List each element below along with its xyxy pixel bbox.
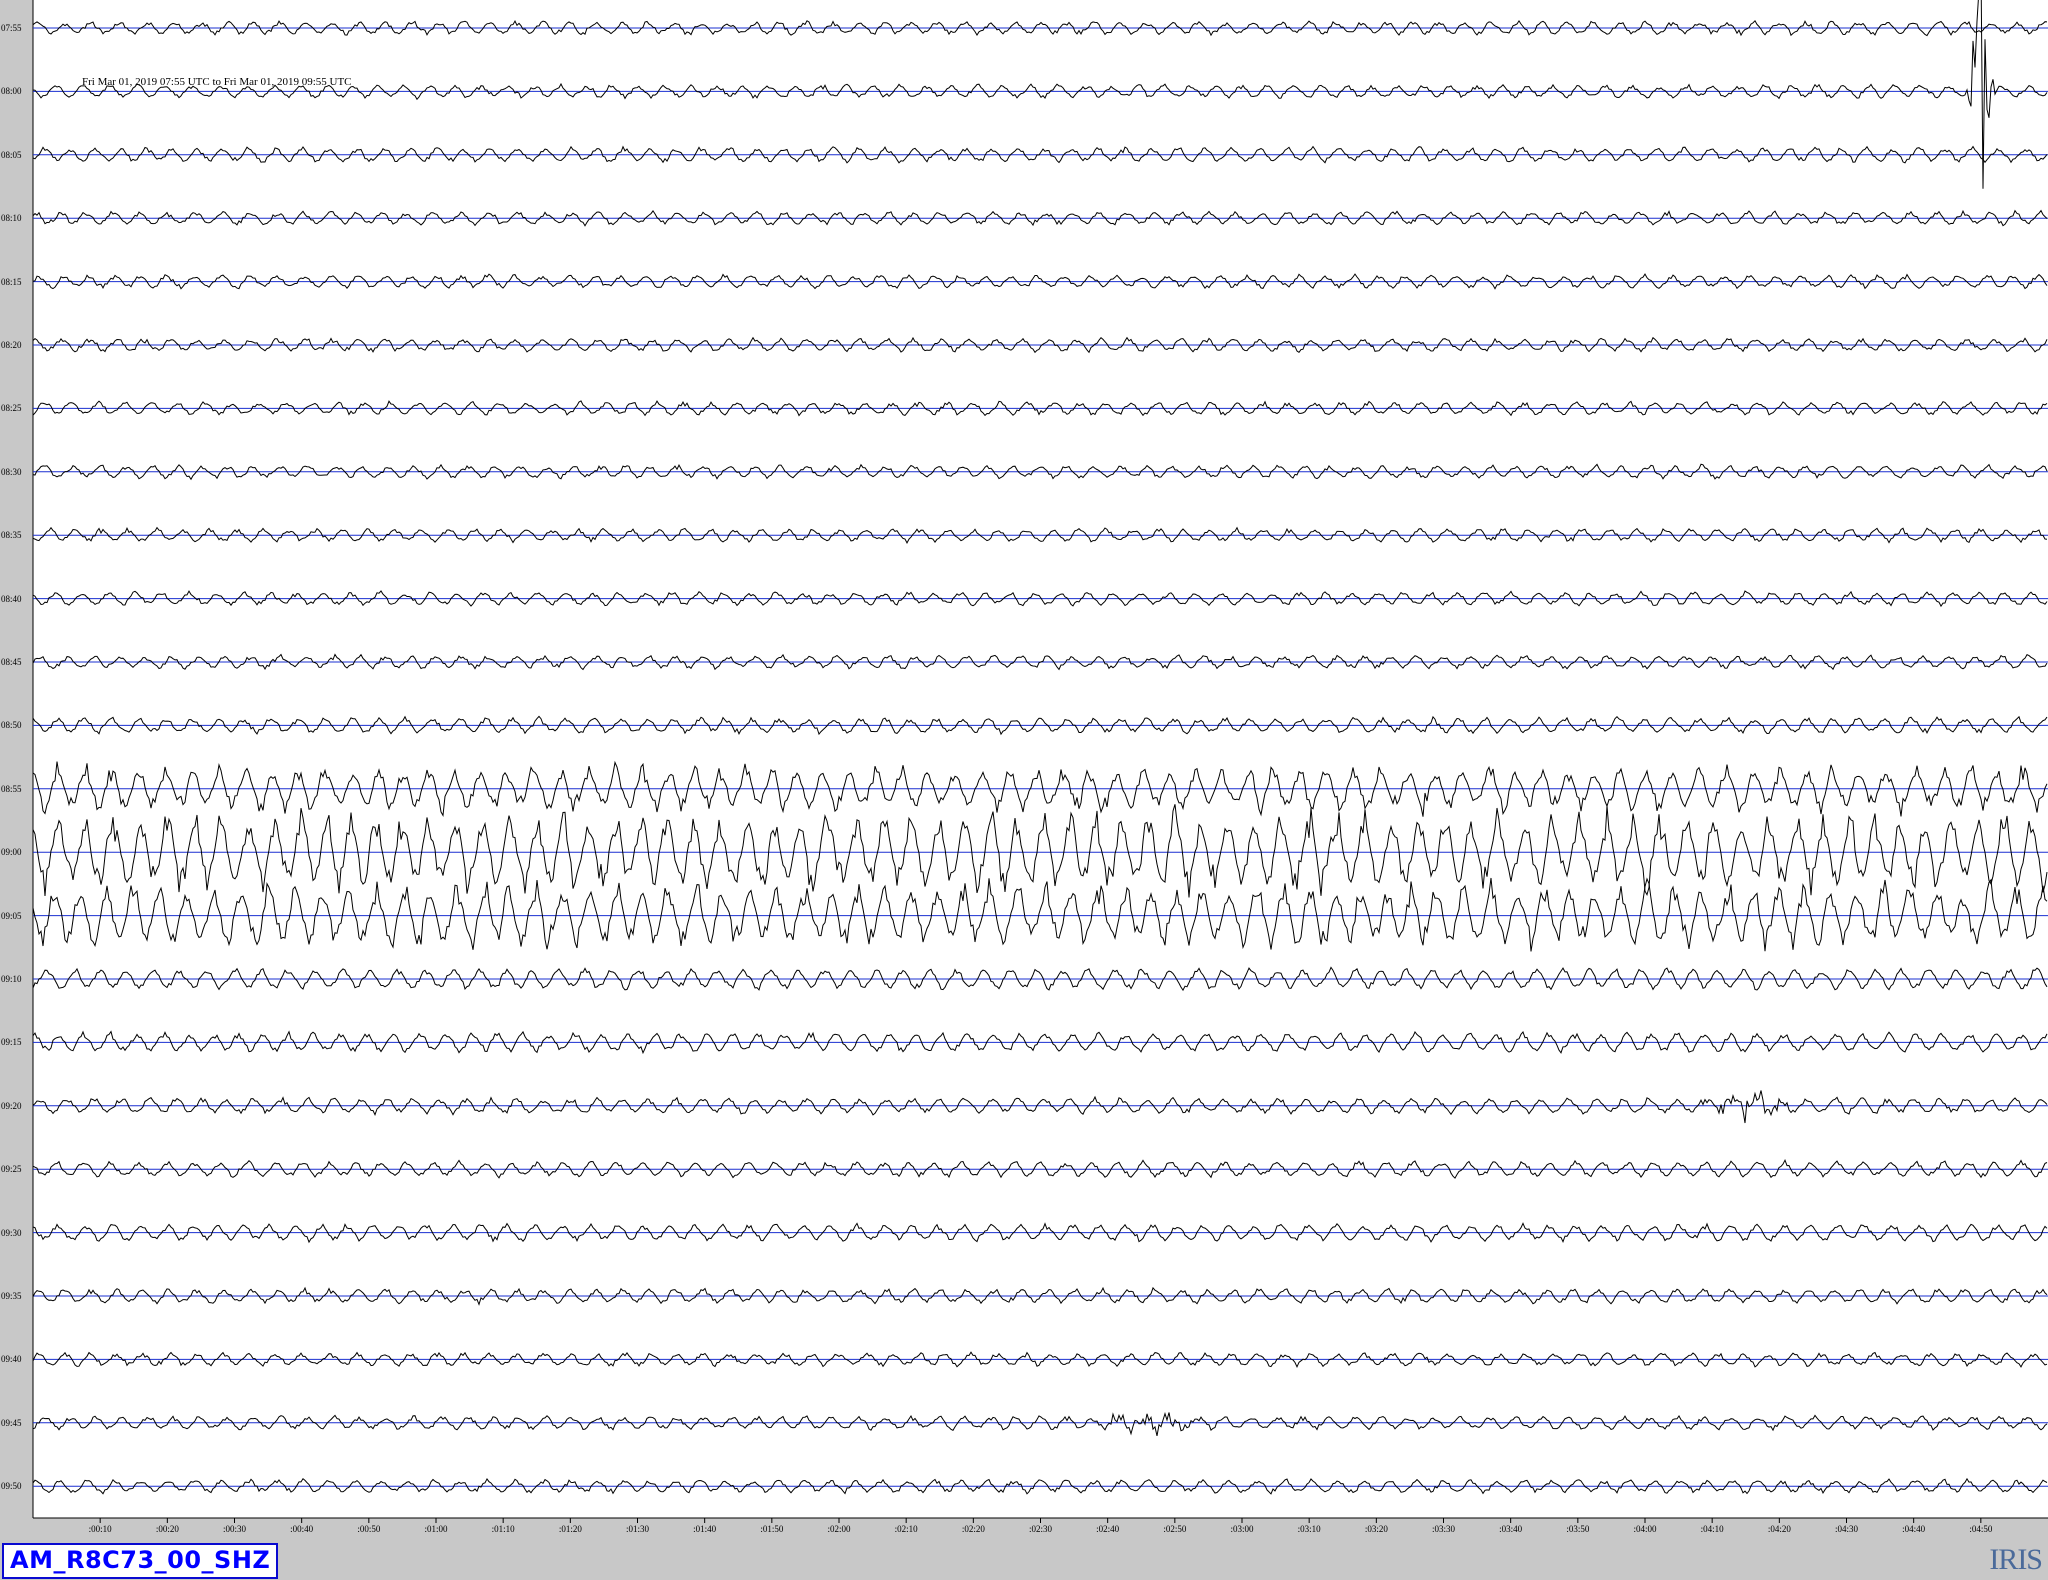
row-label-09:10: 09:10	[1, 974, 22, 984]
x-tick-label-120: :02:00	[827, 1524, 851, 1534]
x-tick-label-270: :04:30	[1834, 1524, 1858, 1534]
row-label-09:25: 09:25	[1, 1164, 22, 1175]
tick-group	[99, 1518, 1982, 1523]
row-label-08:25: 08:25	[1, 403, 22, 414]
row-label-08:10: 08:10	[1, 213, 22, 224]
row-label-08:55: 08:55	[1, 783, 22, 794]
x-tick-label-100: :01:40	[693, 1524, 717, 1534]
x-tick-label-220: :03:40	[1499, 1524, 1523, 1534]
x-tick-label-290: :04:50	[1969, 1524, 1993, 1534]
x-tick-label-250: :04:10	[1700, 1524, 1724, 1534]
row-label-09:40: 09:40	[1, 1354, 22, 1365]
x-tick-label-110: :01:50	[760, 1524, 784, 1534]
x-tick-label-130: :02:10	[894, 1524, 918, 1534]
row-label-09:00: 09:00	[1, 847, 22, 858]
x-tick-label-30: :00:30	[222, 1524, 246, 1534]
row-label-08:00: 08:00	[1, 86, 22, 97]
helicorder-frame: 07:55 08:00 08:05 08:10 08:15 08:20 08:25 08:30…	[0, 0, 2048, 1580]
row-label-09:35: 09:35	[1, 1291, 22, 1301]
x-tick-label-160: :02:40	[1096, 1524, 1120, 1534]
station-label: AM_R8C73_00_SHZ	[2, 1543, 279, 1579]
x-tick-label-50: :00:50	[357, 1524, 381, 1534]
x-tick-label-170: :02:50	[1163, 1524, 1187, 1534]
helicorder-plot	[32, 0, 2048, 1523]
x-tick-label-180: :03:00	[1230, 1524, 1254, 1534]
x-tick-label-260: :04:20	[1767, 1524, 1791, 1534]
x-tick-label-150: :02:30	[1028, 1524, 1052, 1534]
row-label-09:50: 09:50	[1, 1481, 22, 1492]
row-label-09:30: 09:30	[1, 1227, 22, 1238]
row-label-08:35: 08:35	[1, 530, 22, 541]
row-label-09:20: 09:20	[1, 1100, 22, 1111]
row-label-08:15: 08:15	[1, 276, 22, 287]
row-label-09:05: 09:05	[1, 910, 22, 921]
row-label-08:30: 08:30	[1, 466, 22, 477]
x-tick-label-70: :01:10	[491, 1524, 515, 1534]
row-label-08:05: 08:05	[1, 149, 22, 160]
x-tick-label-90: :01:30	[625, 1524, 649, 1534]
x-tick-label-280: :04:40	[1902, 1524, 1926, 1534]
row-label-09:45: 09:45	[1, 1417, 22, 1428]
x-tick-label-20: :00:20	[155, 1524, 179, 1534]
x-tick-label-230: :03:50	[1566, 1524, 1590, 1534]
row-label-08:20: 08:20	[1, 340, 22, 350]
x-tick-label-60: :01:00	[424, 1524, 448, 1534]
x-tick-label-190: :03:10	[1297, 1524, 1321, 1534]
x-tick-label-80: :01:20	[558, 1524, 582, 1534]
x-tick-label-200: :03:20	[1364, 1524, 1388, 1534]
row-label-08:40: 08:40	[1, 593, 22, 604]
x-tick-label-40: :00:40	[290, 1524, 314, 1534]
iris-logo: IRIS	[1989, 1543, 2043, 1576]
row-label-08:45: 08:45	[1, 657, 22, 667]
x-tick-label-10: :00:10	[88, 1524, 112, 1534]
row-label-08:50: 08:50	[1, 720, 22, 731]
x-tick-label-140: :02:20	[961, 1524, 985, 1534]
x-tick-label-240: :04:00	[1633, 1524, 1657, 1534]
x-tick-label-210: :03:30	[1431, 1524, 1455, 1534]
row-label-09:15: 09:15	[1, 1037, 22, 1048]
plot-area	[33, 0, 2048, 1518]
row-label-07:55: 07:55	[1, 23, 22, 33]
chart-title: Fri Mar 01, 2019 07:55 UTC to Fri Mar 01…	[82, 76, 352, 88]
